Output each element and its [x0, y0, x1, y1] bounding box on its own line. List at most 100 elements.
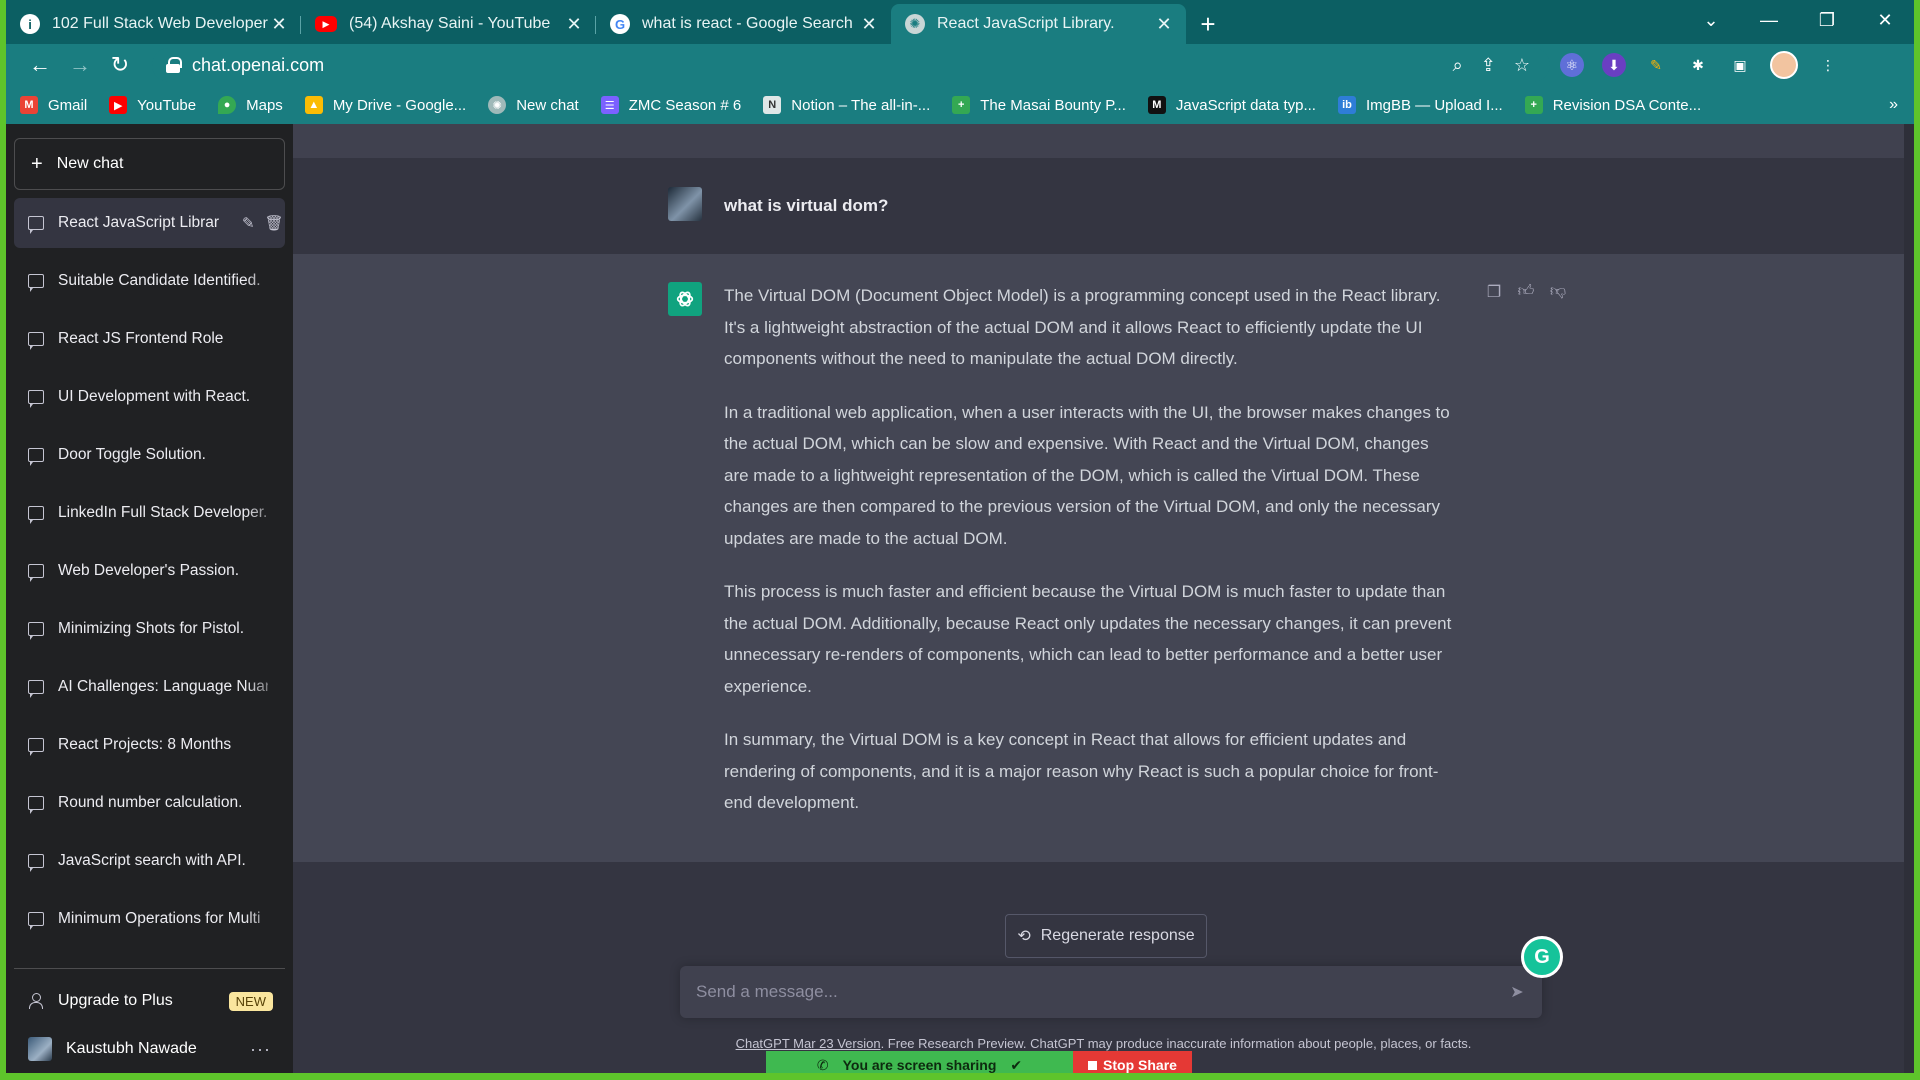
chat-item-label: Door Toggle Solution. [58, 446, 206, 463]
close-window-button[interactable]: ✕ [1856, 10, 1914, 31]
chat-item[interactable]: Door Toggle Solution. [14, 430, 285, 480]
chat-item[interactable]: UI Development with React. [14, 372, 285, 422]
chat-bubble-icon [28, 796, 44, 814]
bookmark-gmail[interactable]: M Gmail [20, 96, 87, 114]
forward-button[interactable]: → [60, 52, 100, 78]
phone-icon: ✆ [816, 1056, 829, 1073]
chat-bubble-icon [28, 738, 44, 756]
bookmarks-overflow-button[interactable]: » [1889, 96, 1898, 114]
fade-overlay [245, 488, 285, 538]
back-button[interactable]: ← [20, 52, 60, 78]
assistant-message-text: The Virtual DOM (Document Object Model) … [724, 280, 1452, 841]
bookmark-zmc[interactable]: ☰ ZMC Season # 6 [600, 96, 741, 114]
chat-bubble-icon [28, 216, 44, 234]
version-link[interactable]: ChatGPT Mar 23 Version [736, 1036, 881, 1051]
react-devtools-icon[interactable]: ⚛ [1560, 53, 1584, 77]
browser-tab-2[interactable]: ▶ (54) Akshay Saini - YouTube ✕ [301, 4, 596, 44]
chat-item-label: Minimizing Shots for Pistol. [58, 620, 245, 637]
regenerate-label: Regenerate response [1040, 927, 1195, 944]
tab-title: 102 Full Stack Web Developer Jo [52, 15, 269, 32]
stop-icon [1088, 1060, 1098, 1070]
drive-icon: ▲ [304, 96, 323, 114]
chat-bubble-icon [28, 390, 44, 408]
restore-button[interactable]: ❐ [1798, 10, 1856, 31]
omnibox-actions: ⌕ ⇪ ☆ [1453, 55, 1550, 76]
regenerate-response-button[interactable]: ⟲ Regenerate response [1005, 914, 1207, 958]
maps-icon: ● [218, 96, 237, 114]
minimize-button[interactable]: — [1740, 10, 1798, 31]
close-icon[interactable]: ✕ [564, 14, 584, 35]
chat-bubble-icon [28, 680, 44, 698]
close-icon[interactable]: ✕ [269, 14, 289, 35]
bookmark-star-icon[interactable]: ☆ [1514, 55, 1530, 76]
chat-item[interactable]: Suitable Candidate Identified. [14, 256, 285, 306]
browser-tab-3[interactable]: G what is react - Google Search ✕ [596, 4, 891, 44]
trash-icon[interactable]: 🗑 [265, 214, 284, 232]
edit-icon[interactable]: ✎ [242, 214, 255, 232]
browser-tab-4[interactable]: ✺ React JavaScript Library. ✕ [891, 4, 1186, 44]
chat-item[interactable]: JavaScript search with API. [14, 836, 285, 886]
upgrade-label: Upgrade to Plus [58, 992, 173, 1009]
chat-item[interactable]: React JS Frontend Role [14, 314, 285, 364]
pen-extension-icon[interactable]: ✎ [1644, 53, 1668, 77]
tab-search-icon[interactable]: ⌄ [1682, 10, 1740, 31]
menu-kebab-icon[interactable]: ⋮ [1816, 53, 1840, 77]
profile-avatar[interactable] [1770, 51, 1798, 79]
bookmarks-bar: M Gmail ▶ YouTube ● Maps ▲ My Drive - Google… [6, 86, 1914, 124]
download-extension-icon[interactable]: ⬇ [1602, 53, 1626, 77]
bookmark-label: Notion – The all-in-... [791, 96, 931, 114]
new-tab-button[interactable]: + [1186, 4, 1230, 44]
bookmark-js-datatypes[interactable]: M JavaScript data typ... [1147, 96, 1316, 114]
upgrade-to-plus-button[interactable]: Upgrade to Plus NEW [14, 977, 285, 1025]
copy-icon[interactable]: ❐ [1485, 282, 1503, 302]
window-controls: ⌄ — ❐ ✕ [1682, 0, 1914, 40]
close-icon[interactable]: ✕ [859, 14, 879, 35]
chat-item[interactable]: Minimizing Shots for Pistol. [14, 604, 285, 654]
chat-item[interactable]: Minimum Operations for Multi [14, 894, 285, 944]
chat-item-active[interactable]: React JavaScript Librar ✎ 🗑 [14, 198, 285, 248]
avatar [28, 1037, 52, 1061]
message-input[interactable] [696, 982, 1500, 1002]
lock-icon[interactable] [166, 57, 182, 73]
chat-item[interactable]: AI Challenges: Language Nuan [14, 662, 285, 712]
more-icon[interactable]: ··· [250, 1039, 271, 1060]
chatgpt-icon: ✺ [488, 96, 507, 114]
reload-button[interactable]: ↻ [100, 52, 140, 78]
close-icon[interactable]: ✕ [1154, 14, 1174, 35]
browser-tab-1[interactable]: i 102 Full Stack Web Developer Jo ✕ [6, 4, 301, 44]
bookmark-label: Revision DSA Conte... [1552, 96, 1702, 114]
chat-item-label: React JavaScript Librar [58, 214, 220, 231]
sidebar: + New chat React JavaScript Librar ✎ 🗑 S… [6, 124, 293, 1073]
previous-message-edge [293, 124, 1914, 158]
stop-share-button[interactable]: Stop Share [1073, 1051, 1192, 1073]
chat-item[interactable]: React Projects: 8 Months [14, 720, 285, 770]
grammarly-icon[interactable]: G [1521, 936, 1563, 978]
send-icon[interactable]: ➤ [1500, 982, 1534, 1002]
bookmark-youtube[interactable]: ▶ YouTube [109, 96, 196, 114]
scrollbar[interactable] [1904, 124, 1914, 1073]
fade-overlay [245, 662, 285, 712]
user-menu-button[interactable]: Kaustubh Nawade ··· [14, 1025, 285, 1073]
chat-item[interactable]: LinkedIn Full Stack Developer. [14, 488, 285, 538]
zoom-icon[interactable]: ⌕ [1453, 55, 1463, 76]
address-bar[interactable]: chat.openai.com ⌕ ⇪ ☆ [152, 48, 1550, 82]
thumbs-down-icon[interactable]: 👎︎ [1549, 282, 1567, 302]
puzzle-icon[interactable]: ✱ [1686, 53, 1710, 77]
bookmark-imgbb[interactable]: ib ImgBB — Upload I... [1337, 96, 1503, 114]
bookmark-masai[interactable]: + The Masai Bounty P... [952, 96, 1126, 114]
thumbs-up-icon[interactable]: 👍︎ [1517, 282, 1535, 302]
chat-item[interactable]: Round number calculation. [14, 778, 285, 828]
bookmark-revision-dsa[interactable]: + Revision DSA Conte... [1524, 96, 1702, 114]
bookmark-maps[interactable]: ● Maps [218, 96, 283, 114]
extensions: ⚛ ⬇ ✎ ✱ ▣ ⋮ [1560, 51, 1840, 79]
side-panel-icon[interactable]: ▣ [1728, 53, 1752, 77]
bookmark-notion[interactable]: N Notion – The all-in-... [763, 96, 930, 114]
share-icon[interactable]: ⇪ [1481, 55, 1496, 76]
bookmark-drive[interactable]: ▲ My Drive - Google... [304, 96, 466, 114]
new-chat-button[interactable]: + New chat [14, 138, 285, 190]
chat-item-label: UI Development with React. [58, 388, 251, 405]
bookmark-new-chat[interactable]: ✺ New chat [488, 96, 579, 114]
screen-share-bar: ✆ You are screen sharing ✔ Stop Share [766, 1051, 1192, 1073]
chat-item[interactable]: Web Developer's Passion. [14, 546, 285, 596]
fade-overlay [245, 256, 285, 306]
